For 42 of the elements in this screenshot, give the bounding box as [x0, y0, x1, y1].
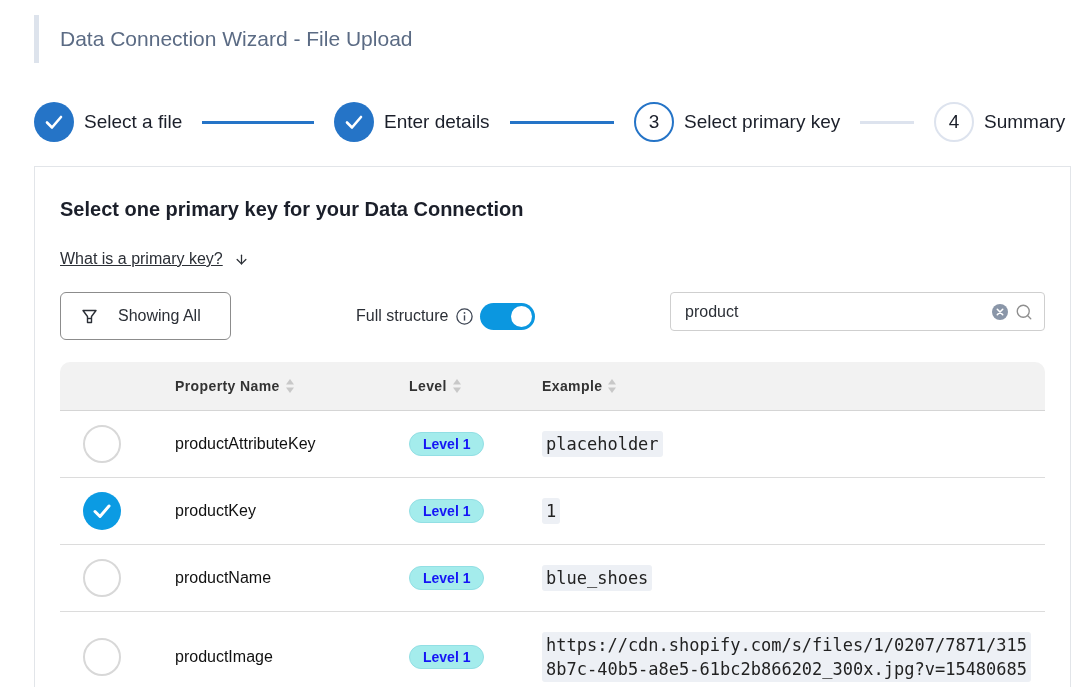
radio-button[interactable]: [83, 492, 121, 530]
toggle-label: Full structure: [356, 306, 449, 326]
step-number: 4: [934, 102, 974, 142]
step-label: Summary: [984, 110, 1066, 134]
help-link[interactable]: What is a primary key?: [60, 249, 223, 269]
property-name: productImage: [175, 647, 273, 667]
toggle-switch[interactable]: [480, 302, 536, 330]
step-label: Select a file: [84, 110, 183, 134]
clear-icon[interactable]: [992, 303, 1008, 320]
level-badge: Level 1: [409, 432, 485, 456]
property-name: productKey: [175, 501, 256, 521]
sort-icon[interactable]: [452, 379, 461, 393]
radio-button[interactable]: [83, 638, 121, 676]
level-badge: Level 1: [409, 499, 485, 523]
property-name: productAttributeKey: [175, 434, 316, 454]
column-header[interactable]: Example: [542, 375, 603, 397]
level-badge: Level 1: [409, 645, 485, 669]
page-title: Data Connection Wizard - File Upload: [60, 26, 413, 52]
funnel-icon: [82, 308, 97, 324]
example-value: 1: [542, 498, 561, 524]
progress-line: [860, 120, 914, 124]
accent-bar: [34, 15, 39, 63]
example-value: https://cdn.shopify.com/s/files/1/0207/7871/315 8b7c-40b5-a8e5-61bc2b866202_300x.jpg?v=15480685: [542, 632, 1032, 682]
sort-icon[interactable]: [285, 379, 294, 393]
filter-button[interactable]: Showing All: [60, 292, 231, 340]
property-name: productName: [175, 568, 272, 588]
example-value: blue_shoes: [542, 565, 653, 591]
sort-icon[interactable]: [608, 379, 617, 393]
step-label: Select primary key: [684, 110, 841, 134]
step-number: 3: [634, 102, 674, 142]
step-label: Enter details: [384, 110, 490, 134]
info-icon[interactable]: [456, 307, 474, 325]
column-header[interactable]: Property Name: [175, 375, 280, 397]
level-badge: Level 1: [409, 566, 485, 590]
search-icon[interactable]: [1015, 302, 1033, 321]
search-field[interactable]: product: [670, 292, 1045, 331]
panel-heading: Select one primary key for your Data Connection: [60, 197, 524, 221]
example-value: placeholder: [542, 431, 663, 457]
column-header[interactable]: Level: [409, 375, 447, 397]
down-arrow-icon: [233, 251, 249, 267]
radio-button[interactable]: [83, 559, 121, 597]
radio-button[interactable]: [83, 425, 121, 463]
